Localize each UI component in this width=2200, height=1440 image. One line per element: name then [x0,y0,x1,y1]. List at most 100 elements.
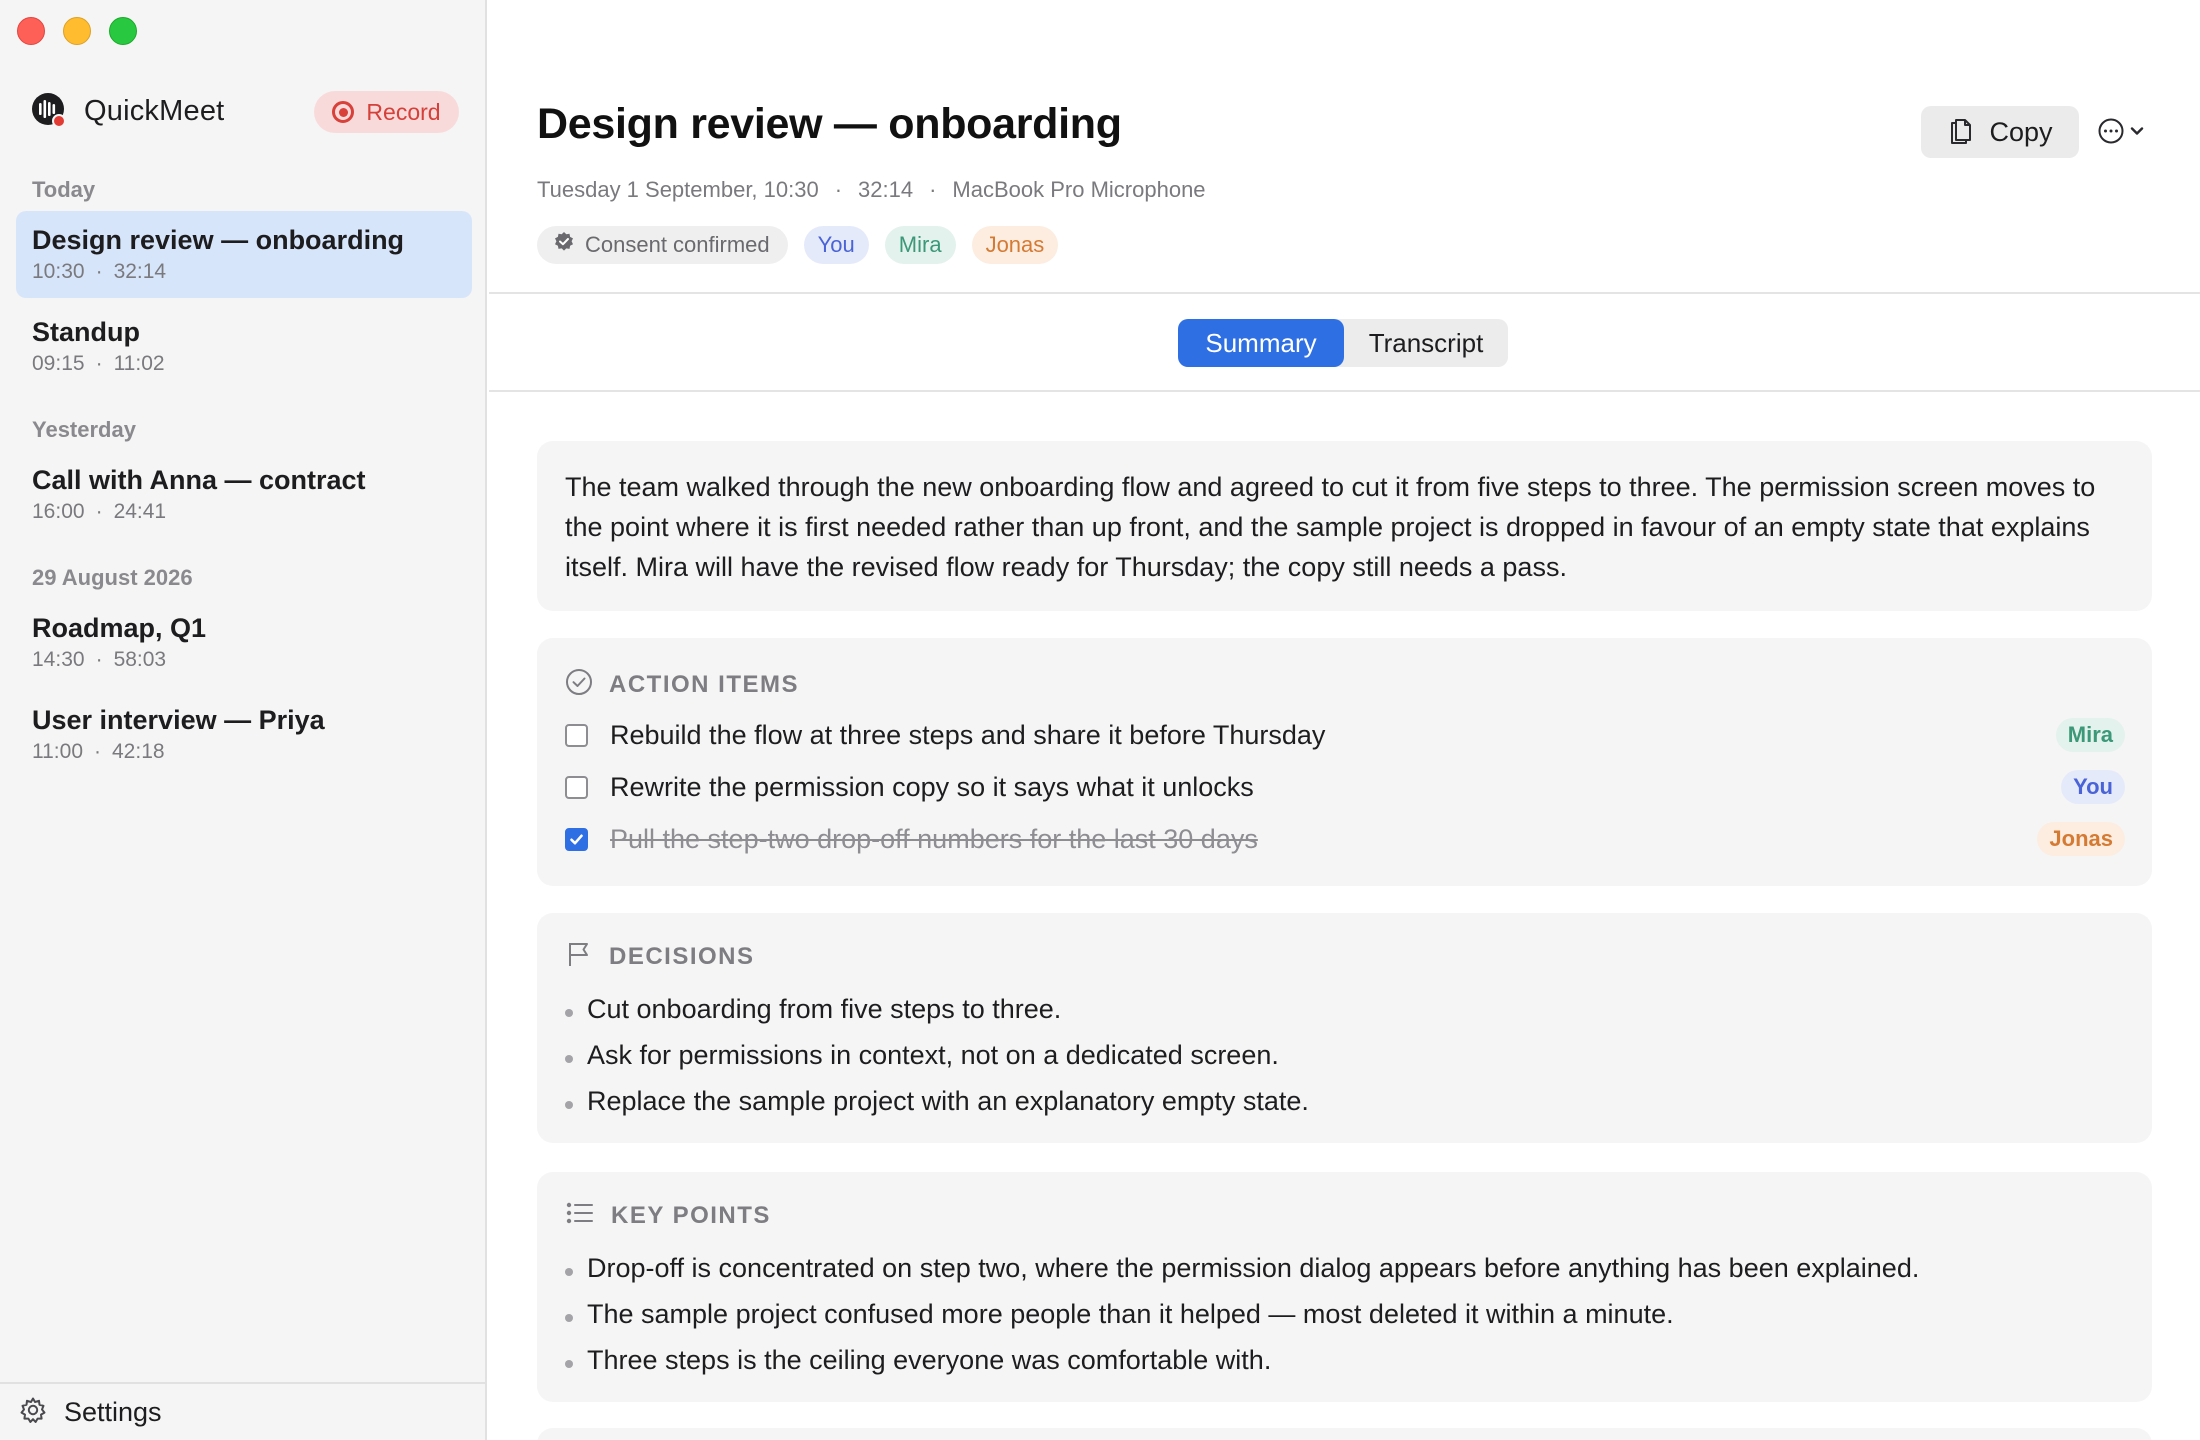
section-label-today: Today [32,177,96,202]
window-close-button[interactable] [17,17,45,45]
meeting-duration: 32:14 [113,260,167,283]
window-controls [17,17,137,45]
decision-text: Ask for permissions in context, not on a… [587,1039,1279,1070]
action-item-checkbox[interactable] [565,827,588,851]
meeting-time: 10:30 [32,260,85,283]
consent-label: Consent confirmed [585,232,770,257]
key-points-card: KEY POINTS Drop-off is concentrated on s… [537,1172,2152,1402]
section-label-29-august: 29 August 2026 [32,565,193,590]
meeting-item-call-with-anna[interactable]: Call with Anna — contract 16:00 · 24:41 [16,451,472,538]
action-item-text: Pull the step-two drop-off numbers for t… [610,823,1258,854]
meeting-meta: 11:00 · 42:18 [32,740,456,764]
meeting-date: Tuesday 1 September, 10:30 [537,177,819,202]
action-items-title: ACTION ITEMS [609,670,799,698]
meeting-duration: 42:18 [112,740,165,763]
checkmark-circle-icon [565,668,593,701]
tab-summary[interactable]: Summary [1178,319,1344,367]
bullet-icon [565,1268,573,1276]
key-point-item: The sample project confused more people … [565,1294,1674,1334]
bullet-icon [565,1360,573,1368]
bullet-icon [565,1055,573,1063]
action-item-text: Rebuild the flow at three steps and shar… [610,719,1326,750]
action-items-header: ACTION ITEMS [565,668,799,701]
checkmark-icon [570,834,583,844]
window-zoom-button[interactable] [109,17,137,45]
section-label-yesterday: Yesterday [32,417,136,442]
summary-text: The team walked through the new onboardi… [565,472,2096,582]
action-items-card: ACTION ITEMS Rebuild the flow at three s… [537,638,2152,886]
participant-chip-jonas: Jonas [971,226,1059,264]
action-item-checkbox[interactable] [565,723,588,747]
action-item-checkbox[interactable] [565,775,588,799]
meeting-details: Tuesday 1 September, 10:30 · 32:14 · Mac… [537,177,1206,203]
action-item: Rewrite the permission copy so it says w… [565,767,2125,807]
next-section-card [537,1428,2152,1440]
meeting-title: Call with Anna — contract [32,465,366,495]
record-icon [332,101,355,123]
meeting-time: 14:30 [32,648,85,671]
decision-text: Replace the sample project with an expla… [587,1085,1309,1116]
meeting-time: 09:15 [32,352,85,375]
meeting-title: Design review — onboarding [32,225,405,255]
settings-label: Settings [64,1396,162,1427]
audio-source: MacBook Pro Microphone [952,177,1206,202]
meeting-item-design-review[interactable]: Design review — onboarding 10:30 · 32:14 [16,211,472,298]
meeting-meta: 09:15 · 11:02 [32,352,456,376]
key-point-text: Three steps is the ceiling everyone was … [587,1344,1272,1375]
page-title: Design review — onboarding [537,100,1122,148]
key-point-text: The sample project confused more people … [587,1298,1674,1329]
app-brand: QuickMeet [30,92,224,130]
tabs-divider [489,390,2200,392]
chevron-down-icon [2129,125,2145,140]
meeting-item-user-interview[interactable]: User interview — Priya 11:00 · 42:18 [16,691,472,778]
meeting-time: 11:00 [32,740,83,763]
meta-separator: · [834,177,843,202]
copy-button[interactable]: Copy [1921,106,2079,158]
decision-item: Replace the sample project with an expla… [565,1081,1309,1121]
action-item: Pull the step-two drop-off numbers for t… [565,819,2125,859]
key-point-item: Drop-off is concentrated on step two, wh… [565,1248,1919,1288]
copy-icon [1947,114,1975,151]
more-options-button[interactable] [2093,112,2149,152]
meta-separator: · [95,500,103,523]
list-icon [565,1199,595,1232]
meeting-item-roadmap[interactable]: Roadmap, Q1 14:30 · 58:03 [16,599,472,686]
bullet-icon [565,1009,573,1017]
app-name: QuickMeet [84,94,225,127]
decision-item: Cut onboarding from five steps to three. [565,989,1061,1029]
decision-item: Ask for permissions in context, not on a… [565,1035,1279,1075]
meeting-item-standup[interactable]: Standup 09:15 · 11:02 [16,303,472,390]
meta-separator: · [95,352,103,375]
sidebar: QuickMeet Record Today Design review — o… [0,0,487,1440]
decisions-header: DECISIONS [565,940,755,973]
summary-card: The team walked through the new onboardi… [537,441,2152,611]
decisions-title: DECISIONS [609,942,755,970]
window-minimize-button[interactable] [63,17,91,45]
main-panel: Design review — onboarding Tuesday 1 Sep… [489,0,2200,1440]
meta-separator: · [929,177,937,202]
tab-transcript[interactable]: Transcript [1344,319,1508,367]
meeting-title: User interview — Priya [32,705,325,735]
key-point-text: Drop-off is concentrated on step two, wh… [587,1252,1920,1283]
meeting-meta: 16:00 · 24:41 [32,500,456,524]
meeting-duration: 11:02 [113,352,165,375]
record-label: Record [366,98,441,125]
decision-text: Cut onboarding from five steps to three. [587,993,1062,1024]
meeting-meta: 10:30 · 32:14 [32,260,456,284]
record-button[interactable]: Record [314,91,459,133]
bullet-icon [565,1314,573,1322]
meeting-duration: 32:14 [858,177,914,202]
meeting-title: Roadmap, Q1 [32,613,207,643]
copy-label: Copy [1989,116,2053,147]
participant-chip-you: You [803,226,869,264]
bullet-icon [565,1101,573,1109]
action-item-owner: You [2061,770,2125,804]
key-points-title: KEY POINTS [611,1201,771,1229]
meeting-time: 16:00 [32,500,85,523]
settings-button[interactable]: Settings [0,1382,487,1440]
flag-icon [565,940,593,973]
meeting-duration: 58:03 [113,648,167,671]
decisions-card: DECISIONS Cut onboarding from five steps… [537,913,2152,1143]
verified-badge-icon [553,231,575,259]
participant-chip-mira: Mira [884,226,956,264]
